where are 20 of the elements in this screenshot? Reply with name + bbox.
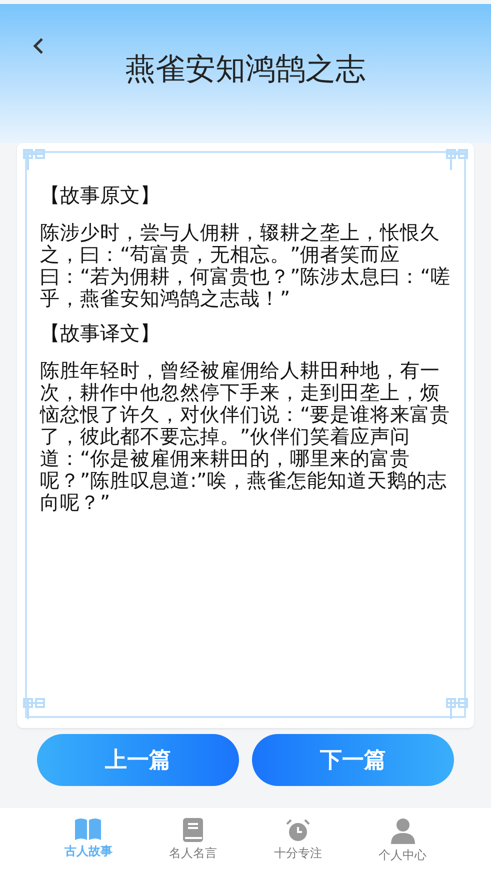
section-heading: 【故事译文】 bbox=[40, 320, 161, 346]
tab-bar-item[interactable]: 个人中心 bbox=[350, 808, 455, 872]
story-paragraph: 陈涉少时，尝与人佣耕，辍耕之垄上，怅恨久之，曰：“苟富贵，无相忘。”佣者笑而应曰：“若为佣耕，何富贵也？”陈涉太息曰：“嗟乎，燕雀安知鸿鹄之志哉！” bbox=[40, 222, 452, 310]
story-paragraph: 陈胜年轻时，曾经被雇佣给人耕田种地，有一次，耕作中他忽然停下手来，走到田垄上，烦恼忿恨了许久，对伙伴们说：“要是谁将来富贵了，彼此都不要忘掉。”伙伴们笑着应声问道：“你是被雇佣来耕田的，哪里来的富贵呢？”陈胜叹息道:”唉，燕雀怎能知道天鹅的志向呢？” bbox=[40, 360, 452, 514]
alarm-clock-icon bbox=[284, 818, 311, 842]
back-chevron-icon bbox=[32, 37, 44, 55]
previous-button[interactable]: 上一篇 bbox=[37, 734, 239, 786]
notebook-icon bbox=[182, 818, 204, 842]
corner-ornament-icon bbox=[446, 149, 468, 171]
tab-bar-item[interactable]: 古人故事 bbox=[36, 808, 141, 872]
corner-ornament-icon bbox=[446, 698, 468, 720]
tab-bar-item[interactable]: 名人名言 bbox=[140, 808, 246, 872]
tab-bar-item[interactable]: 十分专注 bbox=[246, 808, 350, 872]
open-book-icon bbox=[75, 818, 102, 840]
corner-ornament-icon bbox=[23, 149, 45, 171]
page-title: 燕雀安知鸿鹄之志 bbox=[126, 52, 366, 89]
section-heading: 【故事原文】 bbox=[40, 182, 161, 208]
corner-ornament-icon bbox=[23, 698, 45, 720]
next-button[interactable]: 下一篇 bbox=[252, 734, 454, 786]
person-icon bbox=[390, 818, 415, 844]
